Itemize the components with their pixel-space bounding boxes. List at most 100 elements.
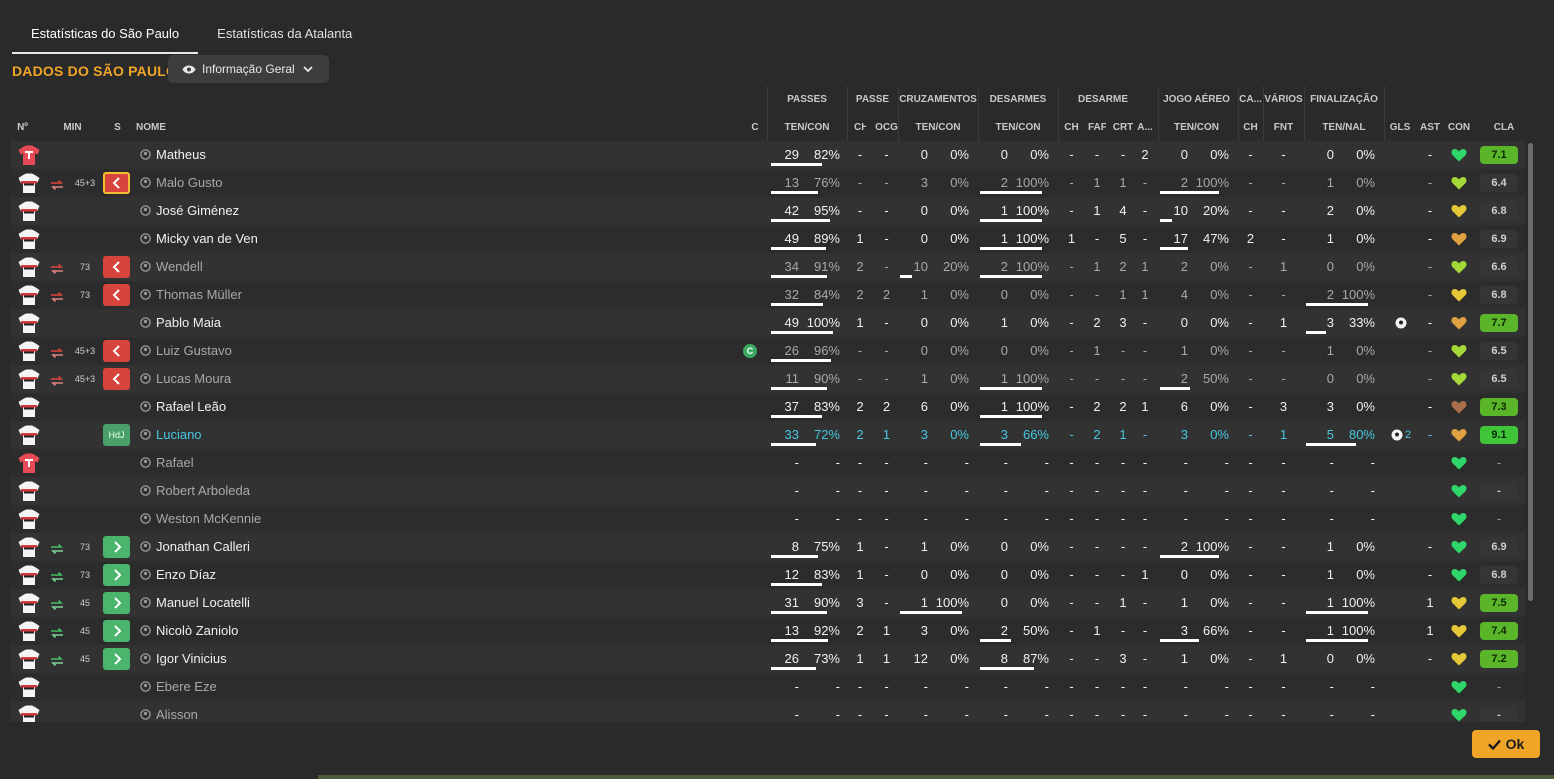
column-header[interactable]: TEN/NAL — [1304, 116, 1384, 140]
player-name[interactable]: Micky van de Ven — [140, 225, 258, 253]
table-row[interactable]: José Giménez 42 95% - -0 0% 1 100% -1 4-10 20% - -2 0… — [10, 197, 1525, 225]
player-name[interactable]: Rafael — [140, 449, 194, 477]
column-header[interactable]: OCG — [872, 116, 901, 140]
ok-button[interactable]: Ok — [1472, 730, 1540, 758]
player-name[interactable]: Enzo Díaz — [140, 561, 216, 589]
tackles-attempts: 0 — [1000, 343, 1008, 358]
player-name[interactable]: Rafael Leão — [140, 393, 226, 421]
player-name[interactable]: Igor Vinicius — [140, 645, 227, 673]
column-header[interactable]: TEN/CON — [978, 116, 1058, 140]
column-header[interactable]: TEN/CON — [898, 116, 978, 140]
player-name[interactable]: Ebere Eze — [140, 673, 217, 701]
table-row[interactable]: Ebere Eze - - - - - - - - - - - - - - - - - - - — [10, 673, 1525, 701]
column-header[interactable]: Nº — [10, 116, 35, 140]
player-name[interactable]: Thomas Müller — [140, 281, 242, 309]
column-header[interactable]: A... — [1136, 116, 1154, 140]
substituted-off-button[interactable] — [103, 172, 130, 194]
player-name[interactable]: Nicolò Zaniolo — [140, 617, 238, 645]
passes-bar — [771, 275, 827, 278]
table-row[interactable]: Alisson - - - - - - - - - - - - - - - - - - - — [10, 701, 1525, 722]
rating-empty: - — [1496, 511, 1502, 526]
column-header[interactable]: CRT — [1112, 116, 1134, 140]
player-name[interactable]: Lucas Moura — [140, 365, 231, 393]
table-row[interactable]: Matheus 29 82% - -0 0% 0 0% - - -2 0 0% - -0 0% -7.1 — [10, 141, 1525, 169]
crosses-percent: - — [964, 511, 969, 526]
tab-atalanta-stats[interactable]: Estatísticas da Atalanta — [198, 18, 371, 54]
column-header[interactable]: TEN/CON — [767, 116, 847, 140]
table-row[interactable]: Rafael - - - - - - - - - - - - - - - - - - - — [10, 449, 1525, 477]
substituted-off-button[interactable] — [103, 368, 130, 390]
table-row[interactable]: Rafael Leão 37 83% 2 2 6 0% 1 100% -2 2 1 6 0% -3 3 0% -7… — [10, 393, 1525, 421]
tackle-crt: 1 — [1119, 175, 1127, 190]
table-row[interactable]: Pablo Maia 49 100% 1-0 0% 1 0% -2 3-0 0% -1 3 33% -7.… — [10, 309, 1525, 337]
shots-percent: 0% — [1356, 175, 1375, 190]
table-row[interactable]: Weston McKennie - - - - - - - - - - - - - - - - - - - — [10, 505, 1525, 533]
tab-sao-paulo-stats[interactable]: Estatísticas do São Paulo — [12, 18, 199, 54]
player-name[interactable]: Wendell — [140, 253, 203, 281]
table-row[interactable]: Robert Arboleda - - - - - - - - - - - - - - - - - - - — [10, 477, 1525, 505]
table-row[interactable]: 73 Enzo Díaz 12 83% 1-0 0% 0 0% - - -1 0 0% - -1 0% -6.8 — [10, 561, 1525, 589]
column-header[interactable]: MIN — [55, 116, 90, 140]
ca-ch: - — [1248, 175, 1253, 190]
substituted-on-button[interactable] — [103, 620, 130, 642]
passes-bar — [771, 191, 818, 194]
tackle-a: - — [1142, 231, 1148, 246]
column-header[interactable]: AST — [1419, 116, 1441, 140]
column-header[interactable]: CH — [1238, 116, 1263, 140]
substituted-off-button[interactable] — [103, 340, 130, 362]
substituted-off-button[interactable] — [103, 256, 130, 278]
shots-percent: 0% — [1356, 343, 1375, 358]
passes-percent: - — [835, 679, 840, 694]
column-header[interactable]: FAF — [1088, 116, 1106, 140]
column-header[interactable]: S — [105, 116, 130, 140]
tackle-ch: - — [1069, 287, 1074, 302]
player-name[interactable]: Manuel Locatelli — [140, 589, 250, 617]
table-row[interactable]: 45 Igor Vinicius 26 73% 1 1 12 0% 8 87% - -3-1 0% -1 0… — [10, 645, 1525, 673]
table-row[interactable]: HdJ Luciano 33 72% 2 1 3 0% 3 66% -2 1-3 0% -1 5 80% 2-9… — [10, 421, 1525, 449]
column-header[interactable]: C — [743, 116, 767, 140]
player-name[interactable]: Pablo Maia — [140, 309, 221, 337]
player-name[interactable]: Matheus — [140, 141, 206, 169]
tackles-percent: 0% — [1030, 343, 1049, 358]
player-name[interactable]: Jonathan Calleri — [140, 533, 250, 561]
substituted-on-button[interactable] — [103, 592, 130, 614]
person-icon — [140, 541, 151, 552]
table-row[interactable]: 45+3 Luiz Gustavo C 26 96% - -0 0% 0 0% -1- -1 0% - -1… — [10, 337, 1525, 365]
table-row[interactable]: 45 Manuel Locatelli 31 90% 3-1 100% 0 0% - -1-1 0%… — [10, 589, 1525, 617]
column-header[interactable]: CH — [854, 116, 866, 140]
column-header[interactable]: NOME — [136, 116, 236, 140]
player-name[interactable]: Luciano — [140, 421, 202, 449]
substituted-off-button[interactable] — [103, 284, 130, 306]
player-name[interactable]: Luiz Gustavo — [140, 337, 232, 365]
table-row[interactable]: 45+3 Malo Gusto 13 76% - -3 0% 2 100% -1 1-2 100% - -… — [10, 169, 1525, 197]
column-header[interactable]: FNT — [1263, 116, 1304, 140]
player-stats-table: PASSES PASSE CRUZAMENTOS DESARMES DESARME JOG… — [10, 86, 1525, 722]
column-header[interactable]: GLS — [1386, 116, 1414, 140]
shots-attempts: - — [1329, 511, 1334, 526]
player-name[interactable]: José Giménez — [140, 197, 239, 225]
substituted-on-button[interactable] — [103, 648, 130, 670]
substituted-on-button[interactable] — [103, 564, 130, 586]
player-name[interactable]: Malo Gusto — [140, 169, 222, 197]
table-row[interactable]: 45 Nicolò Zaniolo 13 92% 2 1 3 0% 2 50% -1- -3 66% - -… — [10, 617, 1525, 645]
table-row[interactable]: 73 Jonathan Calleri 8 75% 1-1 0% 0 0% - - - -2 100% -… — [10, 533, 1525, 561]
ca-ch: - — [1248, 371, 1253, 386]
ca-ch: - — [1248, 623, 1253, 638]
aerial-percent: - — [1224, 483, 1229, 498]
column-header[interactable]: CLA — [1488, 116, 1520, 140]
column-header[interactable]: TEN/CON — [1158, 116, 1235, 140]
table-row[interactable]: Micky van de Ven 49 89% 1-0 0% 1 100% 1-5-17 47%… — [10, 225, 1525, 253]
substituted-on-button[interactable] — [103, 536, 130, 558]
table-scrollbar[interactable] — [1528, 143, 1533, 601]
column-header[interactable]: CON — [1445, 116, 1473, 140]
condition-heart-icon — [1451, 176, 1467, 190]
column-header[interactable]: CH — [1063, 116, 1080, 140]
table-row[interactable]: 73 Wendell 34 91% 2-10 20% 2 100% -1 2 1 2 0% -1 0 0% -6… — [10, 253, 1525, 281]
player-name[interactable]: Alisson — [140, 701, 198, 722]
tackle-a: - — [1142, 651, 1148, 666]
player-name[interactable]: Weston McKennie — [140, 505, 261, 533]
player-name[interactable]: Robert Arboleda — [140, 477, 250, 505]
table-row[interactable]: 73 Thomas Müller 32 84% 2 2 1 0% 0 0% - -1 1 4 0% - -2 10… — [10, 281, 1525, 309]
table-row[interactable]: 45+3 Lucas Moura 11 90% - -1 0% 1 100% - - - -2 50% - -… — [10, 365, 1525, 393]
view-dropdown[interactable]: Informação Geral — [168, 55, 329, 83]
